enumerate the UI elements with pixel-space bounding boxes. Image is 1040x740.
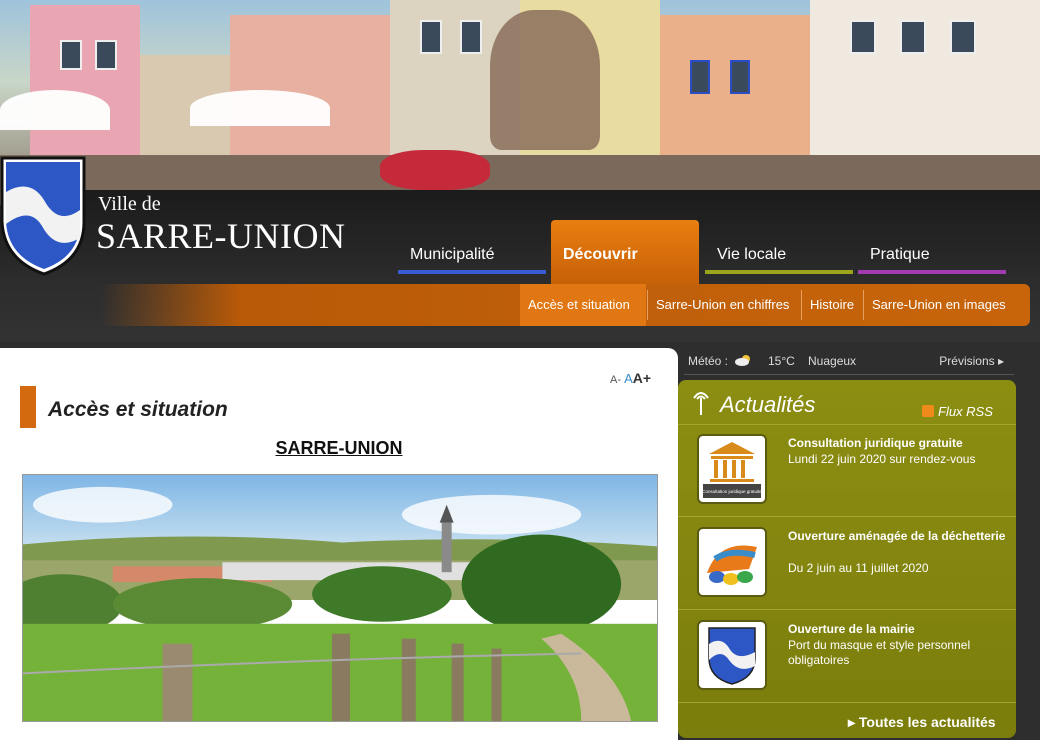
subtab-histoire[interactable]: Histoire <box>802 284 862 326</box>
weather-bar: Météo : 15°C Nuageux Prévisions ▸ <box>684 350 1014 372</box>
font-size-controls: A- AA+ <box>610 370 651 386</box>
weather-label: Météo : <box>688 354 729 368</box>
forecast-link[interactable]: Prévisions ▸ <box>939 354 1004 368</box>
font-reset-button[interactable]: A <box>624 371 633 386</box>
courthouse-icon: Consultation juridique gratuite <box>702 442 762 498</box>
rss-icon <box>922 405 934 417</box>
tab-label: Municipalité <box>410 246 495 263</box>
news-item-title[interactable]: Ouverture aménagée de la déchetterie <box>788 529 1010 544</box>
all-news-link[interactable]: ▸ Toutes les actualités <box>848 714 996 731</box>
news-item-description: Lundi 22 juin 2020 sur rendez-vous <box>788 452 976 466</box>
subtab-chiffres[interactable]: Sarre-Union en chiffres <box>648 284 800 326</box>
page-title: Accès et situation <box>48 398 228 421</box>
news-thumbnail[interactable]: Consultation juridique gratuite <box>697 434 767 504</box>
subtab-acces-situation[interactable]: Accès et situation <box>520 284 646 326</box>
news-item-description: Port du masque et style personnel obliga… <box>788 638 971 667</box>
news-item-title[interactable]: Ouverture de la mairie <box>788 622 1010 637</box>
rss-label: Flux RSS <box>938 404 993 419</box>
cloud-sun-icon <box>735 355 750 366</box>
coat-of-arms-icon[interactable] <box>0 152 88 276</box>
news-thumbnail[interactable] <box>697 620 767 690</box>
tab-underline <box>398 270 546 274</box>
page-subtitle: SARRE-UNION <box>275 438 403 458</box>
landscape-photo <box>22 474 658 722</box>
weather-condition: Nuageux <box>808 354 857 368</box>
antenna-icon <box>693 392 709 415</box>
tab-label: Vie locale <box>717 246 787 263</box>
recycling-icon <box>707 545 757 585</box>
page: Ville de SARRE-UNION Municipalité Découv… <box>0 0 1040 740</box>
font-decrease-button[interactable]: A- <box>610 374 621 386</box>
title-marker <box>20 386 36 428</box>
tab-municipalite[interactable]: Municipalité <box>398 240 546 274</box>
news-title: Actualités <box>720 392 816 417</box>
divider <box>684 374 1014 375</box>
weather-temperature: 15°C <box>768 354 795 368</box>
rss-link[interactable]: Flux RSS <box>922 404 993 419</box>
brand-prefix: Ville de <box>98 193 161 215</box>
news-item-description: Du 2 juin au 11 juillet 2020 <box>788 561 929 575</box>
thumbnail-caption: Consultation juridique gratuite <box>702 489 762 494</box>
news-item-title[interactable]: Consultation juridique gratuite <box>788 436 1010 451</box>
subtab-images[interactable]: Sarre-Union en images <box>864 284 1020 326</box>
hero-photo <box>0 0 1040 205</box>
tab-underline <box>858 270 1006 274</box>
coat-of-arms-icon <box>708 627 756 685</box>
brand-name[interactable]: SARRE-UNION <box>96 215 346 257</box>
tab-label: Découvrir <box>563 246 638 263</box>
tab-underline <box>705 270 853 274</box>
tab-decouvrir[interactable]: Découvrir <box>551 220 699 290</box>
tab-label: Pratique <box>870 246 930 263</box>
font-increase-button[interactable]: A+ <box>633 370 651 386</box>
news-thumbnail[interactable] <box>697 527 767 597</box>
tab-pratique[interactable]: Pratique <box>858 240 1006 274</box>
tab-vie-locale[interactable]: Vie locale <box>705 240 853 274</box>
news-divider <box>678 702 1016 703</box>
